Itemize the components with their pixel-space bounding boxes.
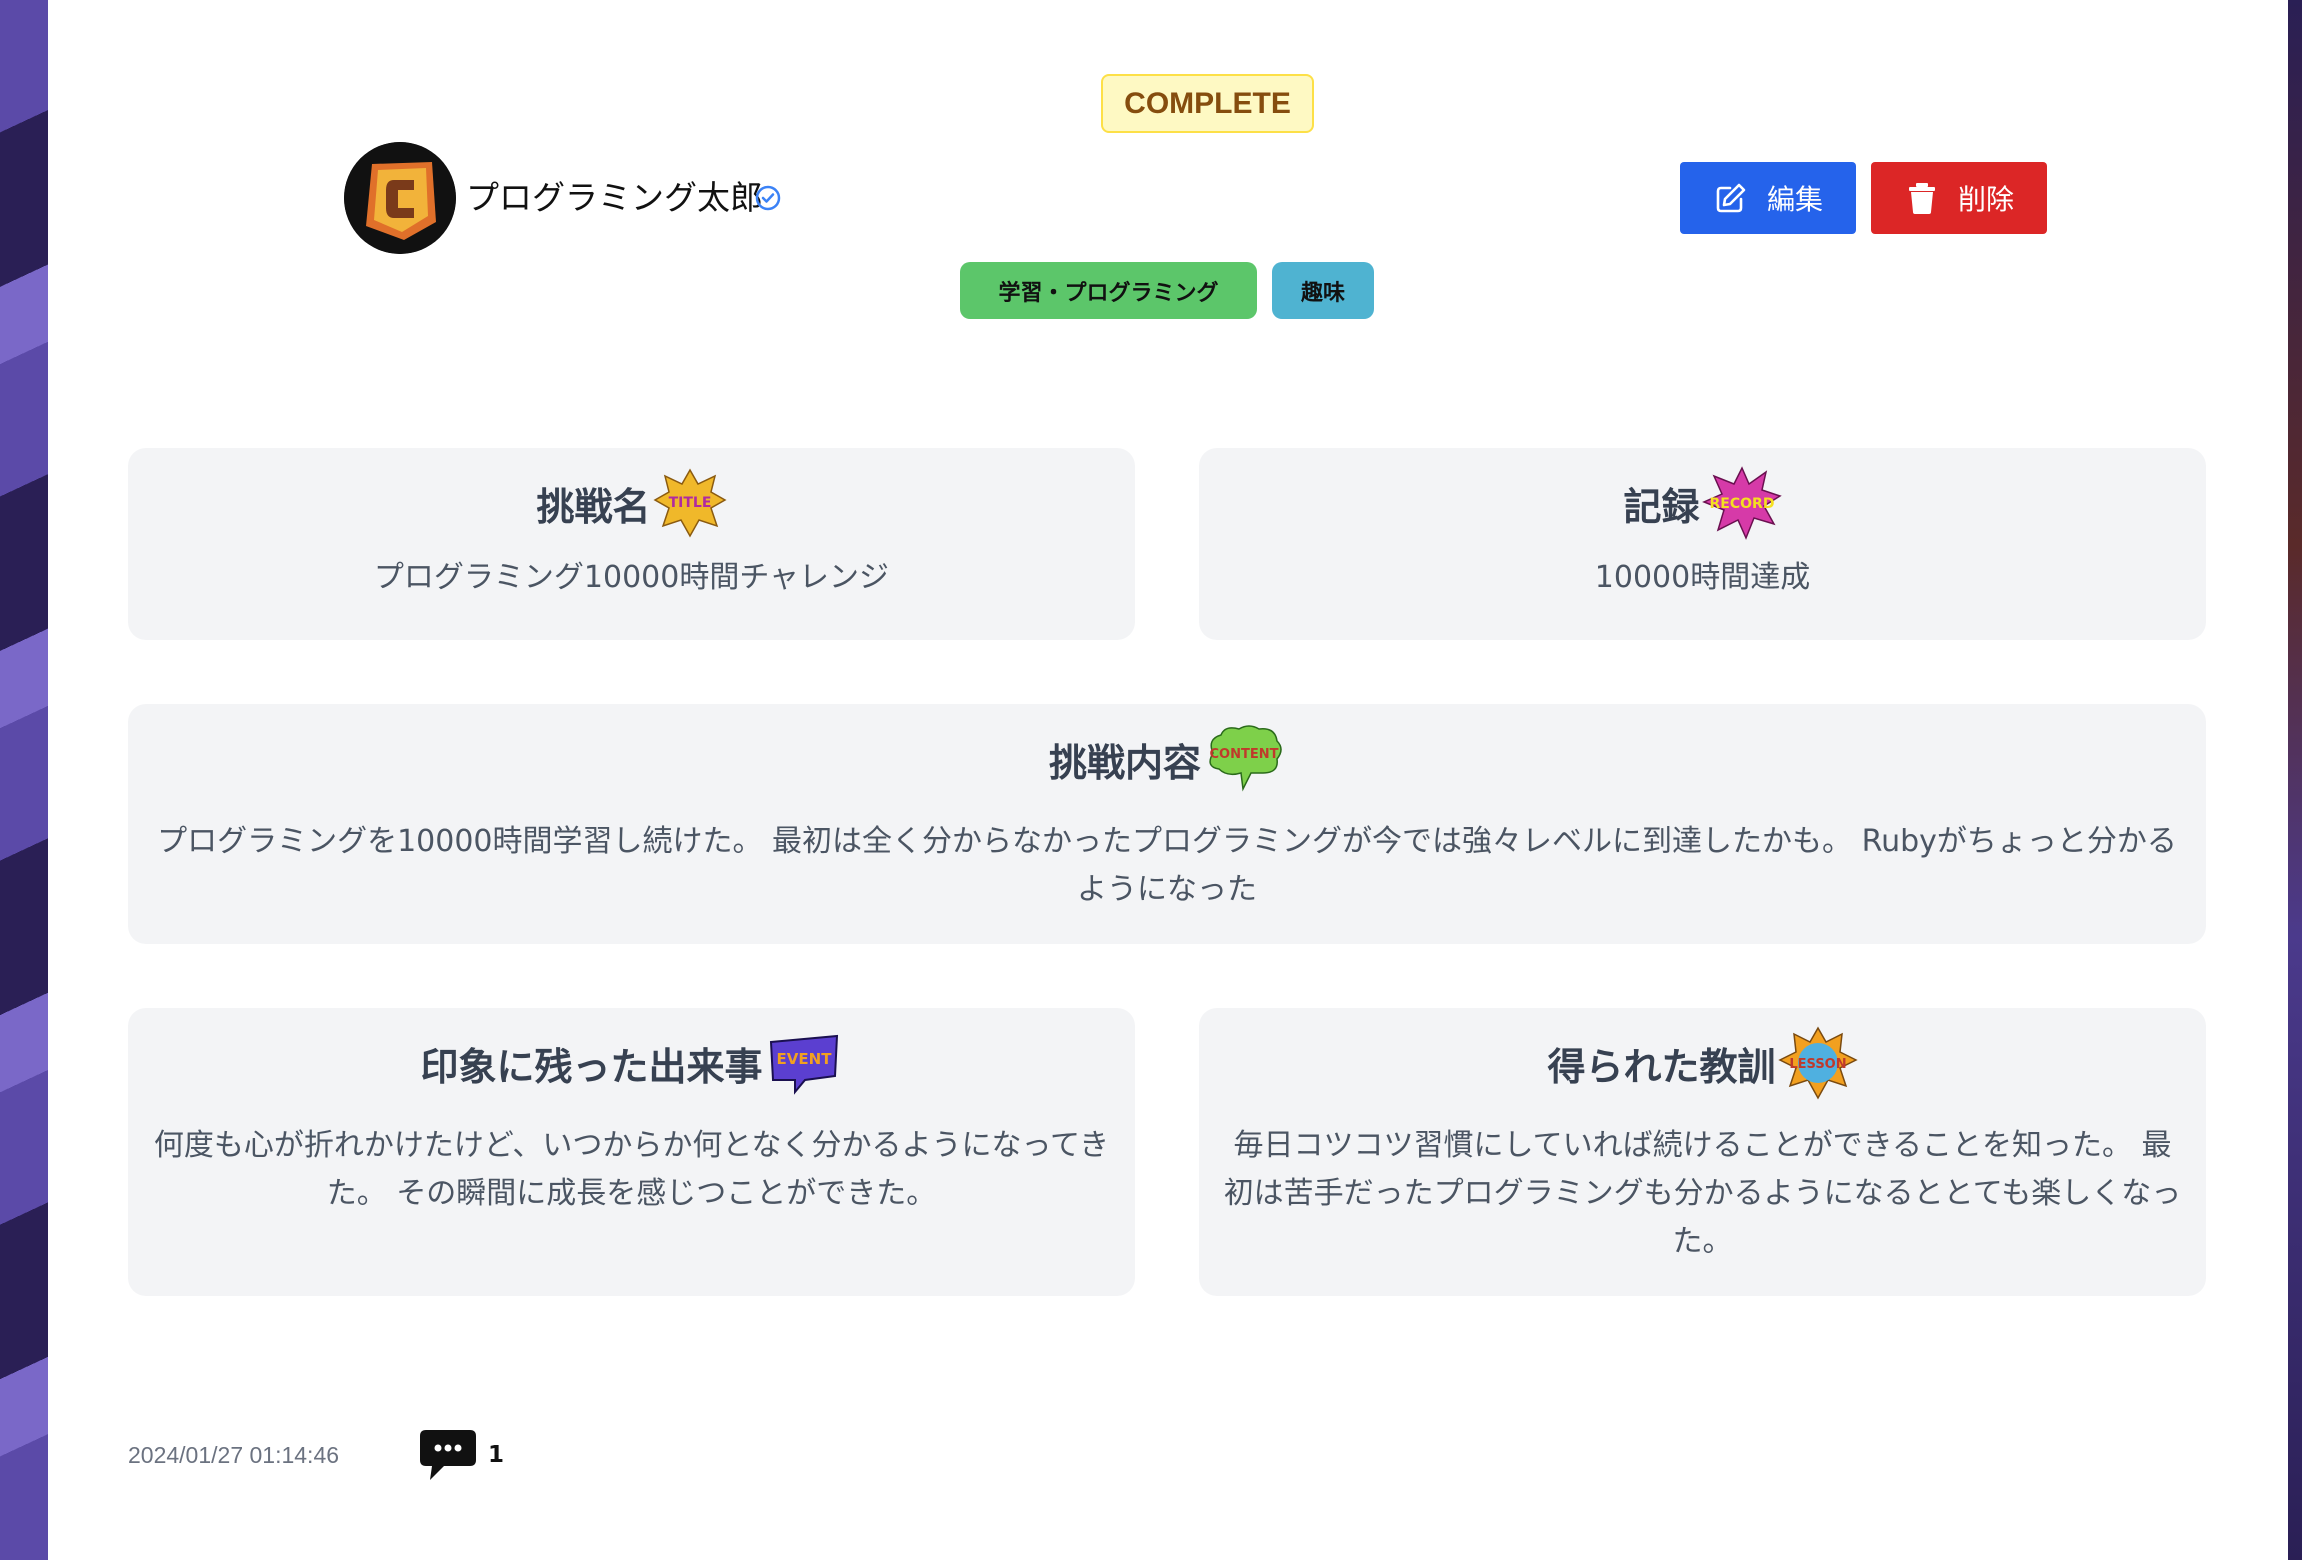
memorable-event-body: 何度も心が折れかけたけど、いつからか何となく分かるようになってきた。 その瞬間に… xyxy=(153,1128,1110,1211)
challenge-content-heading: 挑戦内容 CONTENT xyxy=(128,724,2206,794)
background-right xyxy=(2288,0,2302,1560)
lesson-learned-section: 得られた教訓 LESSON 毎日コツコツ習慣にしていれば続けることができることを… xyxy=(1199,1008,2206,1296)
user-name[interactable]: プログラミング太郎 xyxy=(466,176,763,220)
challenge-content-section: 挑戦内容 CONTENT プログラミングを10000時間学習し続けた。 最初は全… xyxy=(128,704,2206,944)
memorable-event-section: 印象に残った出来事 EVENT 何度も心が折れかけたけど、いつからか何となく分か… xyxy=(128,1008,1135,1296)
challenge-content-heading-text: 挑戦内容 xyxy=(1048,740,1201,785)
lesson-learned-heading: 得られた教訓 LESSON xyxy=(1199,1026,2206,1100)
lesson-sticker-icon: LESSON xyxy=(1777,1026,1858,1100)
record-section: 記録 RECORD 10000時間達成 xyxy=(1199,448,2206,640)
post-card: COMPLETE プログラミング太郎 編集 削除 学習・プログラミング 趣味 挑… xyxy=(48,0,2288,1560)
avatar-logo-icon xyxy=(344,142,456,254)
challenge-content-body: プログラミングを10000時間学習し続けた。 最初は全く分からなかったプログラミ… xyxy=(157,824,2177,907)
content-sticker-icon: CONTENT xyxy=(1209,725,1282,792)
title-sticker-icon: TITLE xyxy=(652,468,727,538)
record-sticker-text: RECORD xyxy=(1709,496,1774,512)
memorable-event-heading-text: 印象に残った出来事 xyxy=(420,1044,763,1089)
trash-icon xyxy=(1908,183,1935,214)
event-sticker-icon: EVENT xyxy=(769,1034,838,1095)
comment-count: 1 xyxy=(488,1442,505,1468)
post-timestamp: 2024/01/27 01:14:46 xyxy=(128,1442,340,1468)
status-badge: COMPLETE xyxy=(1101,74,1314,133)
challenge-title-heading-text: 挑戦名 xyxy=(536,484,651,529)
challenge-title-section: 挑戦名 TITLE プログラミング10000時間チャレンジ xyxy=(128,448,1135,640)
tag-hobby[interactable]: 趣味 xyxy=(1272,262,1374,319)
record-heading: 記録 RECORD xyxy=(1199,466,2206,540)
challenge-title-body: プログラミング10000時間チャレンジ xyxy=(373,560,890,595)
lesson-sticker-text: LESSON xyxy=(1789,1057,1846,1072)
edit-icon xyxy=(1716,183,1746,213)
edit-button-label: 編集 xyxy=(1766,183,1823,216)
verified-icon xyxy=(755,185,781,211)
background-left xyxy=(0,0,48,1560)
delete-button[interactable]: 削除 xyxy=(1871,162,2047,234)
record-heading-text: 記録 xyxy=(1623,484,1700,529)
edit-button[interactable]: 編集 xyxy=(1680,162,1856,234)
title-sticker-text: TITLE xyxy=(668,495,711,511)
event-sticker-text: EVENT xyxy=(776,1050,832,1068)
tag-study-programming[interactable]: 学習・プログラミング xyxy=(960,262,1257,319)
delete-button-label: 削除 xyxy=(1957,183,2014,216)
lesson-learned-body: 毎日コツコツ習慣にしていれば続けることができることを知った。 最初は苦手だったプ… xyxy=(1223,1128,2182,1259)
content-sticker-text: CONTENT xyxy=(1210,747,1279,762)
challenge-title-heading: 挑戦名 TITLE xyxy=(128,468,1135,538)
lesson-learned-heading-text: 得られた教訓 xyxy=(1547,1044,1776,1089)
comment-icon[interactable] xyxy=(418,1428,478,1484)
avatar[interactable] xyxy=(344,142,456,254)
record-body: 10000時間達成 xyxy=(1594,560,1811,595)
memorable-event-heading: 印象に残った出来事 EVENT xyxy=(128,1028,1135,1098)
record-sticker-icon: RECORD xyxy=(1701,466,1782,540)
